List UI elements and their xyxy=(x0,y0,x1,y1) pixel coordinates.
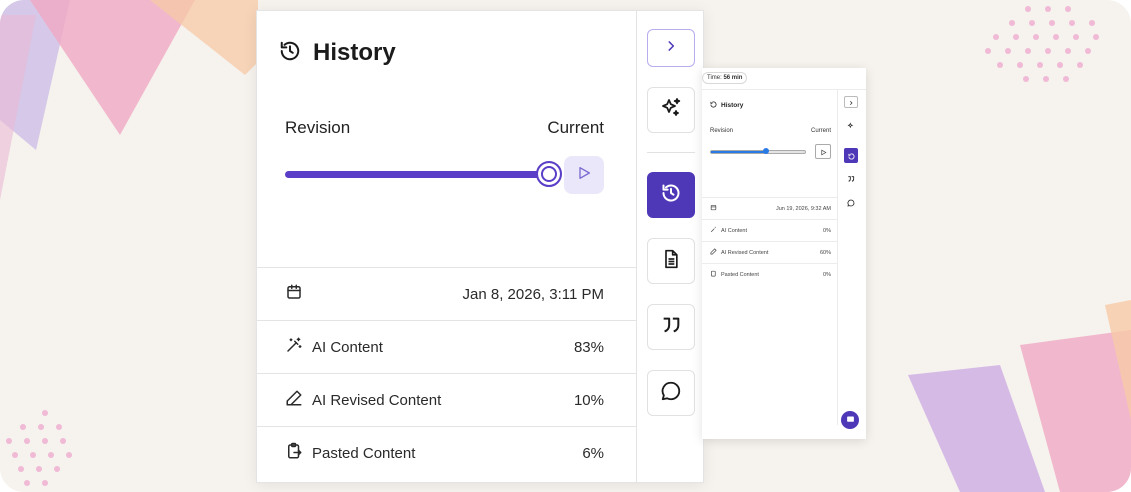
sparkles-icon xyxy=(847,117,855,135)
clipboard-paste-icon xyxy=(710,270,717,279)
stat-label: AI Content xyxy=(312,338,383,356)
history-icon xyxy=(661,183,681,208)
stat-label: AI Content xyxy=(721,227,747,234)
chat-icon xyxy=(846,411,855,429)
current-label: Current xyxy=(810,128,831,134)
chat-launcher-button[interactable] xyxy=(841,411,859,429)
calendar-icon xyxy=(285,283,303,305)
play-icon xyxy=(576,165,592,186)
pencil-icon xyxy=(710,248,717,257)
chat-bubble-icon xyxy=(847,194,855,212)
time-badge: Time: 56 min xyxy=(702,72,748,84)
stat-value: 0% xyxy=(823,271,831,278)
play-icon xyxy=(820,143,827,161)
history-tab-button[interactable] xyxy=(844,148,858,163)
time-value: 56 min xyxy=(723,75,743,81)
clipboard-paste-icon xyxy=(285,442,303,464)
magic-wand-icon xyxy=(710,226,717,235)
stat-row-ai-revised: AI Revised Content 60% xyxy=(702,241,837,263)
stat-value: Jan 8, 2026, 3:11 PM xyxy=(462,285,604,303)
history-preview-panel: Time: 56 min History Revision Current Ju… xyxy=(702,68,866,439)
preview-revision-labels: Revision Current xyxy=(710,128,831,134)
comments-tab-button[interactable] xyxy=(844,197,858,209)
citations-tab-button[interactable] xyxy=(844,173,858,185)
history-icon xyxy=(710,101,717,110)
history-column: History Revision Current Jan 8, 2026, 3:… xyxy=(257,11,637,482)
current-label: Current xyxy=(547,118,604,137)
background-canvas: History Revision Current Jan 8, 2026, 3:… xyxy=(0,0,1131,492)
preview-title-text: History xyxy=(721,102,744,109)
stat-value: 83% xyxy=(573,338,604,356)
stat-row-pasted: Pasted Content 6% xyxy=(257,426,636,479)
stat-label: Pasted Content xyxy=(312,444,416,462)
collapse-button[interactable] xyxy=(647,29,695,67)
document-icon xyxy=(661,248,681,275)
comments-tab-button[interactable] xyxy=(647,370,695,416)
pencil-icon xyxy=(285,389,303,411)
revision-slider[interactable] xyxy=(285,156,605,196)
rail-divider xyxy=(647,152,695,153)
stat-row-date: Jan 8, 2026, 3:11 PM xyxy=(257,267,636,320)
preview-side-rail xyxy=(839,90,866,439)
stat-value: 0% xyxy=(823,227,831,234)
preview-play-button[interactable] xyxy=(815,144,831,159)
side-rail xyxy=(637,11,705,482)
preview-toolbar: Time: 56 min xyxy=(702,68,866,90)
quote-icon xyxy=(847,170,855,188)
calendar-icon xyxy=(710,204,717,213)
citations-tab-button[interactable] xyxy=(647,304,695,350)
stat-row-pasted: Pasted Content 0% xyxy=(702,263,837,285)
history-icon xyxy=(279,40,301,67)
slider-track[interactable] xyxy=(285,171,547,178)
history-panel: History Revision Current Jan 8, 2026, 3:… xyxy=(256,10,704,483)
quote-icon xyxy=(660,314,682,341)
history-stats: Jan 8, 2026, 3:11 PM AI Content 83% AI R… xyxy=(257,267,636,479)
preview-history-column: History Revision Current Jun 19, 2026, 9… xyxy=(702,90,838,425)
stat-value: 10% xyxy=(573,391,604,409)
preview-stats: Jun 19, 2026, 9:32 AM AI Content 0% AI R… xyxy=(702,197,837,285)
magic-wand-icon xyxy=(285,336,303,358)
stat-row-ai-content: AI Content 83% xyxy=(257,320,636,373)
history-icon xyxy=(847,147,855,165)
time-label: Time: xyxy=(707,75,722,81)
decorative-dots-bottom-left xyxy=(2,410,82,492)
ai-assist-button[interactable] xyxy=(647,87,695,133)
preview-slider[interactable] xyxy=(710,148,806,154)
revision-label: Revision xyxy=(285,118,351,137)
collapse-button[interactable] xyxy=(844,96,858,108)
history-header: History xyxy=(279,39,396,67)
stat-label: AI Revised Content xyxy=(721,249,769,256)
stat-label: AI Revised Content xyxy=(312,391,442,409)
stat-value: Jun 19, 2026, 9:32 AM xyxy=(775,205,831,212)
stat-value: 60% xyxy=(819,249,831,256)
stat-row-ai-revised: AI Revised Content 10% xyxy=(257,373,636,426)
stat-value: 6% xyxy=(582,444,604,462)
page-title: History xyxy=(313,39,396,66)
slider-fill xyxy=(711,151,767,153)
sparkles-icon xyxy=(659,96,683,125)
preview-title: History xyxy=(710,101,743,110)
revision-labels: Revision Current xyxy=(285,118,604,138)
chat-bubble-icon xyxy=(660,380,682,407)
revision-label: Revision xyxy=(710,128,734,134)
play-button[interactable] xyxy=(564,156,604,194)
chevron-right-icon xyxy=(848,93,854,111)
decorative-dots-top-right xyxy=(985,6,1125,86)
document-tab-button[interactable] xyxy=(647,238,695,284)
history-tab-button[interactable] xyxy=(647,172,695,218)
stat-row-ai-content: AI Content 0% xyxy=(702,219,837,241)
stat-label: Pasted Content xyxy=(721,271,759,278)
ai-assist-button[interactable] xyxy=(844,120,858,132)
slider-thumb[interactable] xyxy=(763,148,769,154)
stat-row-date: Jun 19, 2026, 9:32 AM xyxy=(702,197,837,219)
slider-thumb[interactable] xyxy=(536,161,562,187)
chevron-right-icon xyxy=(664,39,678,58)
